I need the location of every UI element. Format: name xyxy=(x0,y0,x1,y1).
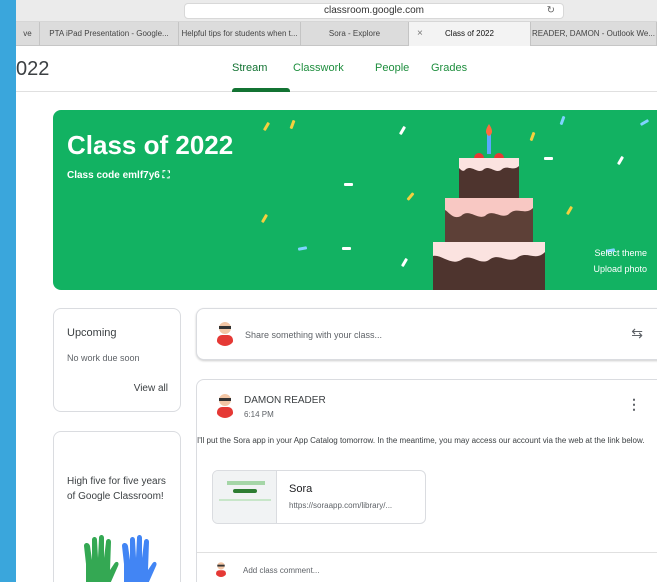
confetti xyxy=(262,121,271,132)
address-bar[interactable]: classroom.google.com ↻ xyxy=(184,3,564,19)
class-title[interactable]: 022 xyxy=(16,58,49,81)
announcement-post: DAMON READER 6:14 PM ⋮ I'll put the Sora… xyxy=(196,379,657,582)
avatar xyxy=(214,392,236,418)
attachment-title: Sora xyxy=(289,483,313,495)
confetti xyxy=(616,155,625,166)
divider xyxy=(197,552,657,553)
confetti xyxy=(544,157,553,160)
attachment-link[interactable]: Sora https://soraapp.com/library/... xyxy=(212,470,426,524)
close-icon[interactable]: × xyxy=(417,22,423,46)
tab-label: Class of 2022 xyxy=(445,29,494,38)
fullscreen-icon[interactable]: ⛶ xyxy=(163,170,170,181)
confetti xyxy=(565,205,574,216)
confetti xyxy=(344,183,353,186)
add-comment-input[interactable]: Add class comment... xyxy=(243,566,319,575)
browser-toolbar: classroom.google.com ↻ xyxy=(16,0,657,22)
upcoming-title: Upcoming xyxy=(67,327,117,339)
confetti xyxy=(297,246,308,251)
active-tab-indicator xyxy=(232,88,290,92)
tab-label: Helpful tips for students when t... xyxy=(181,29,298,38)
upcoming-subtitle: No work due soon xyxy=(67,353,140,363)
tab-label: PTA iPad Presentation - Google... xyxy=(49,29,169,38)
left-frame xyxy=(0,0,16,582)
tab-people[interactable]: People xyxy=(375,62,409,74)
share-box[interactable]: Share something with your class... ⇆ xyxy=(196,308,657,360)
tab-helpful-tips[interactable]: Helpful tips for students when t... xyxy=(179,22,301,46)
tab-pta-presentation[interactable]: PTA iPad Presentation - Google... xyxy=(40,22,179,46)
post-body: I'll put the Sora app in your App Catalo… xyxy=(197,436,645,445)
confetti xyxy=(406,192,415,201)
confetti xyxy=(639,118,650,127)
confetti xyxy=(400,257,409,268)
address-text: classroom.google.com xyxy=(323,5,425,16)
classroom-header: 022 Stream Classwork People Grades xyxy=(16,46,657,92)
tab-label: ve xyxy=(23,29,32,38)
cake-illustration xyxy=(433,124,545,290)
view-all-link[interactable]: View all xyxy=(134,383,168,394)
tab-label: READER, DAMON - Outlook We... xyxy=(532,29,655,38)
share-placeholder: Share something with your class... xyxy=(245,330,383,340)
select-theme-link[interactable]: Select theme xyxy=(594,248,647,258)
tab-partial[interactable]: ve xyxy=(16,22,40,46)
attachment-thumbnail xyxy=(213,471,277,523)
confetti xyxy=(289,119,296,130)
tab-sora-explore[interactable]: Sora - Explore xyxy=(301,22,409,46)
confetti xyxy=(559,115,566,126)
reload-icon[interactable]: ↻ xyxy=(547,4,555,18)
upload-photo-link[interactable]: Upload photo xyxy=(593,264,647,274)
class-code-label: Class code xyxy=(67,170,120,181)
tab-grades[interactable]: Grades xyxy=(431,62,467,74)
upcoming-card: Upcoming No work due soon View all xyxy=(53,308,181,412)
avatar xyxy=(214,320,236,346)
confetti xyxy=(260,213,269,224)
attachment-url: https://soraapp.com/library/... xyxy=(289,501,393,510)
browser-tabs: ve PTA iPad Presentation - Google... Hel… xyxy=(16,22,657,46)
hands-illustration xyxy=(84,535,157,582)
repost-icon[interactable]: ⇆ xyxy=(631,325,643,342)
highfive-card: High five for five years of Google Class… xyxy=(53,431,181,582)
class-code: Class code emlf7y6 ⛶ xyxy=(67,170,170,181)
tab-stream[interactable]: Stream xyxy=(232,62,267,74)
highfive-text: High five for five years of Google Class… xyxy=(67,476,166,502)
avatar xyxy=(214,561,228,577)
confetti xyxy=(398,125,407,136)
tab-outlook[interactable]: READER, DAMON - Outlook We... xyxy=(531,22,657,46)
tab-classwork[interactable]: Classwork xyxy=(293,62,344,74)
class-code-value: emlf7y6 xyxy=(122,170,160,181)
confetti xyxy=(342,247,351,250)
tab-class-of-2022[interactable]: × Class of 2022 xyxy=(409,22,531,46)
banner-title: Class of 2022 xyxy=(67,130,234,160)
post-time: 6:14 PM xyxy=(244,410,274,419)
class-banner: Class of 2022 Class code emlf7y6 ⛶ Selec… xyxy=(53,110,657,290)
tab-label: Sora - Explore xyxy=(328,29,381,38)
post-author: DAMON READER xyxy=(244,395,326,406)
more-vert-icon[interactable]: ⋮ xyxy=(627,397,641,411)
